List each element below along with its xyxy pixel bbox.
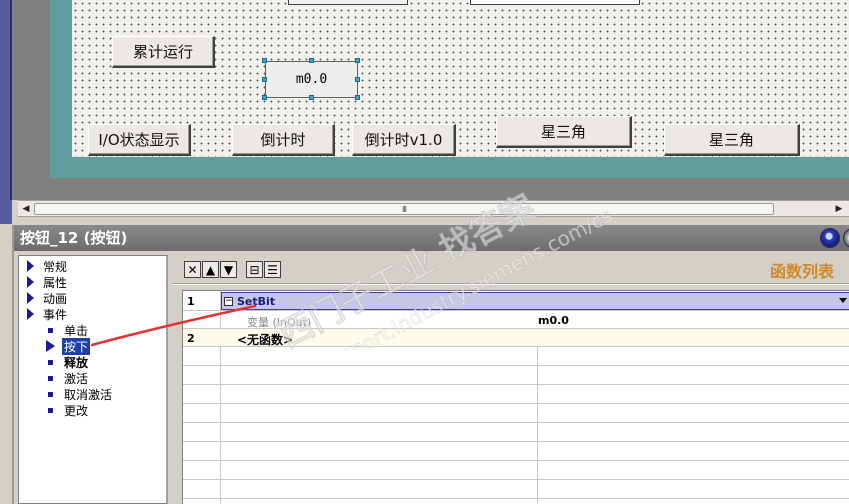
selection-handle[interactable]	[355, 58, 360, 63]
function-list-panel: ✕ ▲ ▼ ⊟ ☰ 函数列表 1 − SetBit 变量 (InOut) m0.…	[172, 255, 849, 504]
tree-item-general[interactable]: 常规	[19, 258, 67, 274]
horizontal-scrollbar[interactable]: ◀ III ▶	[18, 200, 849, 217]
tree-label: 事件	[43, 307, 68, 322]
window-left-border	[0, 0, 12, 200]
selection-handle[interactable]	[355, 95, 360, 100]
function-list-grid: 1 − SetBit 变量 (InOut) m0.0 2 <无函数>	[182, 290, 849, 504]
tree-item-animation[interactable]: 动画	[19, 290, 67, 306]
bullet-icon	[48, 375, 53, 381]
selection-handle[interactable]	[309, 95, 314, 100]
window-left-border	[0, 200, 12, 224]
empty-row[interactable]	[183, 404, 849, 423]
function-name: <无函数>	[237, 333, 294, 347]
tree-item-deactivate[interactable]: 取消激活	[19, 386, 112, 402]
tree-label: 释放	[64, 355, 89, 370]
parameter-label: 变量 (InOut)	[247, 316, 312, 329]
empty-row[interactable]	[183, 461, 849, 480]
properties-title: 按钮_12 (按钮)	[20, 229, 128, 247]
scroll-right-icon[interactable]: ▶	[833, 203, 845, 215]
function-select[interactable]: − SetBit	[221, 292, 849, 310]
tree-item-press[interactable]: 按下	[19, 337, 91, 355]
selection-handle[interactable]	[262, 95, 267, 100]
help-icon[interactable]	[843, 228, 849, 248]
expand-icon[interactable]	[27, 276, 34, 288]
hmi-design-area: 累计运行 m0.0 I/O状态显示 倒计时 倒计时v1.0 星三角 星三角	[0, 0, 849, 200]
parameter-value[interactable]: m0.0	[538, 314, 569, 327]
tree-label: 常规	[43, 259, 68, 274]
empty-row[interactable]	[183, 480, 849, 499]
tree-label: 单击	[64, 323, 89, 338]
empty-row[interactable]	[183, 442, 849, 461]
tree-item-release[interactable]: 释放	[19, 354, 88, 370]
tree-label: 更改	[64, 403, 89, 418]
function-row[interactable]: 1 − SetBit	[183, 291, 849, 311]
parameter-row[interactable]: 变量 (InOut) m0.0	[183, 311, 849, 329]
tree-item-change[interactable]: 更改	[19, 402, 88, 418]
selection-handle[interactable]	[309, 58, 314, 63]
row-number: 1	[187, 295, 195, 308]
bullet-icon	[48, 359, 53, 365]
countdown-v1-button[interactable]: 倒计时v1.0	[352, 124, 456, 156]
expand-all-icon[interactable]: ☰	[264, 261, 281, 278]
expand-icon[interactable]	[27, 292, 34, 304]
tree-label: 激活	[64, 371, 89, 386]
properties-header: 按钮_12 (按钮)	[14, 225, 849, 251]
pin-icon[interactable]	[820, 228, 840, 248]
tree-label: 取消激活	[64, 387, 113, 402]
tree-item-activate[interactable]: 激活	[19, 370, 88, 386]
property-tree: 常规 属性 动画 事件 单击 按下 释放 激活 取消激活 更改	[18, 255, 168, 504]
tree-item-click[interactable]: 单击	[19, 322, 88, 338]
row-number: 2	[187, 332, 195, 345]
bullet-icon	[48, 327, 53, 333]
selection-handle[interactable]	[355, 77, 360, 82]
function-row[interactable]: 2 <无函数>	[183, 329, 849, 347]
io-status-button[interactable]: I/O状态显示	[88, 124, 191, 156]
scrollbar-thumb[interactable]: III	[34, 203, 774, 215]
cumulative-run-button[interactable]: 累计运行	[112, 36, 215, 68]
object-stub[interactable]	[288, 0, 408, 5]
bullet-icon	[48, 407, 53, 413]
tree-label: 按下	[62, 337, 91, 355]
object-stub[interactable]	[470, 0, 640, 5]
countdown-button[interactable]: 倒计时	[232, 124, 335, 156]
empty-row[interactable]	[183, 423, 849, 442]
delete-icon[interactable]: ✕	[184, 261, 201, 278]
empty-row[interactable]	[183, 347, 849, 366]
function-name: SetBit	[237, 294, 276, 308]
collapse-icon[interactable]: −	[224, 296, 233, 306]
bullet-icon	[48, 391, 53, 397]
empty-row[interactable]	[183, 366, 849, 385]
move-up-icon[interactable]: ▲	[202, 261, 219, 278]
tree-item-properties[interactable]: 属性	[19, 274, 67, 290]
properties-window: 按钮_12 (按钮) 常规 属性 动画 事件 单击 按下 释放 激活 取消激活 …	[12, 225, 849, 504]
selection-handle[interactable]	[262, 58, 267, 63]
io-field-selected[interactable]: m0.0	[265, 61, 358, 98]
selected-arrow-icon	[46, 340, 55, 352]
screen-canvas[interactable]: 累计运行 m0.0 I/O状态显示 倒计时 倒计时v1.0 星三角 星三角	[72, 0, 849, 157]
tree-label: 动画	[43, 291, 68, 306]
move-down-icon[interactable]: ▼	[220, 261, 237, 278]
scroll-left-icon[interactable]: ◀	[20, 203, 32, 215]
star-delta-button-2[interactable]: 星三角	[664, 124, 800, 156]
tree-label: 属性	[43, 275, 68, 290]
toolbar-separator	[172, 283, 849, 285]
function-list-title: 函数列表	[770, 262, 835, 281]
grip-text: III	[401, 204, 407, 214]
star-delta-button[interactable]: 星三角	[496, 116, 632, 148]
collapse-icon[interactable]	[27, 308, 34, 320]
expand-icon[interactable]	[27, 260, 34, 272]
dropdown-arrow-icon[interactable]	[839, 298, 847, 303]
selection-handle[interactable]	[262, 77, 267, 82]
empty-row[interactable]	[183, 385, 849, 404]
tree-item-events[interactable]: 事件	[19, 306, 67, 322]
collapse-all-icon[interactable]: ⊟	[246, 261, 263, 278]
